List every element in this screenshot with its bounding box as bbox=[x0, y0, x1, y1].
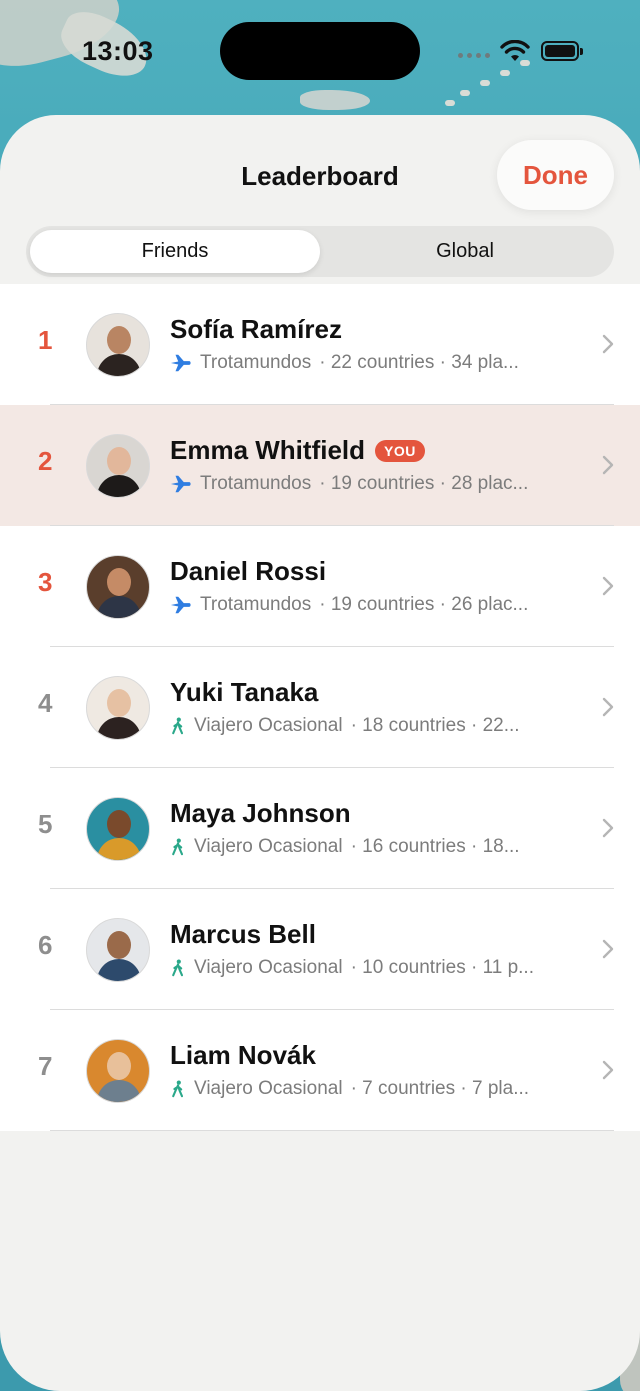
stats-text: · 19 countries · 28 plac... bbox=[319, 473, 529, 494]
avatar bbox=[86, 313, 150, 377]
name-line: Daniel Rossi bbox=[170, 556, 326, 587]
name-line: Sofía Ramírez bbox=[170, 314, 342, 345]
user-name: Liam Novák bbox=[170, 1040, 316, 1070]
walking-person-icon bbox=[172, 1080, 184, 1098]
name-line: Yuki Tanaka bbox=[170, 677, 318, 708]
rank-number: 1 bbox=[38, 325, 53, 355]
scope-segmented-control: Friends Global bbox=[26, 226, 614, 277]
leaderboard-row[interactable]: 5 Maya Johnson Viajero Ocasional · 16 co… bbox=[0, 768, 640, 889]
user-stats: Viajero Ocasional · 18 countries · 22... bbox=[170, 715, 520, 737]
tier-name: Trotamundos bbox=[200, 594, 312, 615]
stats-text: · 18 countries · 22... bbox=[350, 715, 520, 736]
plane-icon bbox=[170, 475, 191, 493]
leaderboard-row[interactable]: 1 Sofía Ramírez Trotamundos · 22 countri… bbox=[0, 284, 640, 405]
user-name: Emma Whitfield bbox=[170, 435, 366, 465]
walking-person-icon bbox=[172, 838, 184, 856]
stats-text: · 19 countries · 26 plac... bbox=[319, 594, 529, 615]
user-name: Yuki Tanaka bbox=[170, 677, 319, 707]
user-name: Marcus Bell bbox=[170, 919, 316, 949]
stats-text: · 10 countries · 11 p... bbox=[350, 957, 534, 978]
user-stats: Trotamundos · 22 countries · 34 pla... bbox=[170, 352, 519, 374]
name-line: Maya Johnson bbox=[170, 798, 351, 829]
avatar bbox=[86, 555, 150, 619]
avatar bbox=[86, 797, 150, 861]
rank-number: 7 bbox=[38, 1051, 53, 1081]
tab-friends[interactable]: Friends bbox=[30, 230, 320, 273]
plane-icon bbox=[170, 596, 191, 614]
row-divider bbox=[50, 1130, 614, 1131]
user-stats: Trotamundos · 19 countries · 28 plac... bbox=[170, 473, 528, 495]
rank-number: 4 bbox=[38, 688, 53, 718]
leaderboard-row[interactable]: 2 Emma Whitfield YOU Trotamundos · 19 co… bbox=[0, 405, 640, 526]
chevron-right-icon bbox=[602, 334, 614, 354]
tier-name: Viajero Ocasional bbox=[194, 1078, 343, 1099]
rank-number: 2 bbox=[38, 446, 53, 476]
chevron-right-icon bbox=[602, 576, 614, 596]
rank-number: 6 bbox=[38, 930, 53, 960]
sheet-header: Leaderboard Done Friends Global bbox=[0, 115, 640, 287]
user-stats: Trotamundos · 19 countries · 26 plac... bbox=[170, 594, 528, 616]
rank-number: 5 bbox=[38, 809, 53, 839]
user-stats: Viajero Ocasional · 16 countries · 18... bbox=[170, 836, 520, 858]
name-line: Liam Novák bbox=[170, 1040, 316, 1071]
tier-name: Viajero Ocasional bbox=[194, 715, 343, 736]
done-button[interactable]: Done bbox=[497, 140, 614, 210]
chevron-right-icon bbox=[602, 1060, 614, 1080]
dynamic-island bbox=[220, 22, 420, 80]
tier-name: Trotamundos bbox=[200, 352, 312, 373]
battery-icon bbox=[541, 41, 583, 61]
tier-name: Viajero Ocasional bbox=[194, 957, 343, 978]
you-badge: YOU bbox=[375, 439, 425, 462]
leaderboard-row[interactable]: 3 Daniel Rossi Trotamundos · 19 countrie… bbox=[0, 526, 640, 647]
leaderboard-sheet: Leaderboard Done Friends Global 1 Sofía … bbox=[0, 115, 640, 1391]
chevron-right-icon bbox=[602, 818, 614, 838]
status-bar: 13:03 bbox=[0, 0, 640, 105]
name-line: Marcus Bell bbox=[170, 919, 316, 950]
rank-number: 3 bbox=[38, 567, 53, 597]
avatar bbox=[86, 1039, 150, 1103]
wifi-icon bbox=[500, 40, 530, 61]
walking-person-icon bbox=[172, 959, 184, 977]
name-line: Emma Whitfield YOU bbox=[170, 435, 425, 466]
user-stats: Viajero Ocasional · 10 countries · 11 p.… bbox=[170, 957, 534, 979]
walking-person-icon bbox=[172, 717, 184, 735]
avatar bbox=[86, 434, 150, 498]
plane-icon bbox=[170, 354, 191, 372]
tier-name: Viajero Ocasional bbox=[194, 836, 343, 857]
tab-global[interactable]: Global bbox=[320, 230, 610, 273]
tier-name: Trotamundos bbox=[200, 473, 312, 494]
avatar bbox=[86, 676, 150, 740]
chevron-right-icon bbox=[602, 939, 614, 959]
cellular-signal-icon bbox=[458, 53, 490, 58]
avatar bbox=[86, 918, 150, 982]
user-name: Daniel Rossi bbox=[170, 556, 327, 586]
user-name: Maya Johnson bbox=[170, 798, 351, 828]
leaderboard-list: 1 Sofía Ramírez Trotamundos · 22 countri… bbox=[0, 284, 640, 1131]
stats-text: · 22 countries · 34 pla... bbox=[319, 352, 519, 373]
user-stats: Viajero Ocasional · 7 countries · 7 pla.… bbox=[170, 1078, 529, 1100]
user-name: Sofía Ramírez bbox=[170, 314, 342, 344]
chevron-right-icon bbox=[602, 455, 614, 475]
stats-text: · 7 countries · 7 pla... bbox=[350, 1078, 530, 1099]
stats-text: · 16 countries · 18... bbox=[350, 836, 520, 857]
leaderboard-row[interactable]: 7 Liam Novák Viajero Ocasional · 7 count… bbox=[0, 1010, 640, 1131]
status-time: 13:03 bbox=[82, 36, 154, 66]
chevron-right-icon bbox=[602, 697, 614, 717]
leaderboard-row[interactable]: 4 Yuki Tanaka Viajero Ocasional · 18 cou… bbox=[0, 647, 640, 768]
leaderboard-row[interactable]: 6 Marcus Bell Viajero Ocasional · 10 cou… bbox=[0, 889, 640, 1010]
